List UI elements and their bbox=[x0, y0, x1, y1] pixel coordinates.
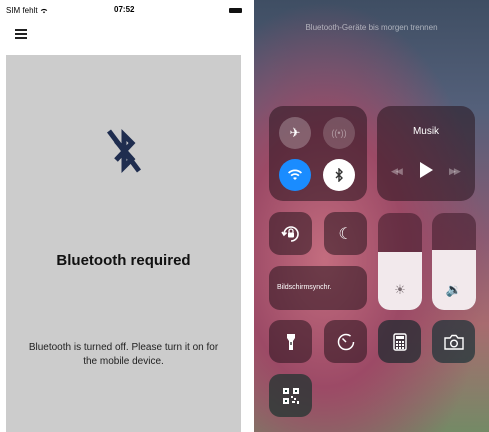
brightness-icon: ☀ bbox=[394, 282, 406, 297]
airplane-icon[interactable]: ✈ bbox=[279, 117, 311, 149]
bluetooth-message: Bluetooth is turned off. Please turn it … bbox=[28, 342, 219, 367]
battery-icon bbox=[229, 8, 242, 13]
rotation-lock-icon[interactable] bbox=[269, 212, 312, 255]
app-screen: SIM fehlt 07:52 Bluetooth required Bluet… bbox=[0, 0, 247, 432]
brightness-fill bbox=[378, 251, 422, 310]
timer-icon[interactable] bbox=[324, 320, 367, 363]
bluetooth-off-icon bbox=[107, 128, 141, 174]
bluetooth-notice: Bluetooth-Geräte bis morgen trennen bbox=[305, 23, 438, 32]
wifi-icon[interactable] bbox=[279, 159, 311, 191]
status-bar: SIM fehlt 07:52 bbox=[0, 0, 247, 20]
volume-fill bbox=[432, 249, 476, 310]
music-tile[interactable]: Musik ◀◀ ▶▶ bbox=[377, 106, 475, 201]
screen-mirroring-button[interactable]: Bildschirmsynchr. bbox=[269, 266, 367, 310]
qr-code-scanner-icon[interactable] bbox=[269, 374, 312, 417]
carrier-text: SIM fehlt bbox=[6, 6, 48, 15]
wifi-status-icon bbox=[40, 8, 48, 14]
music-title: Musik bbox=[412, 126, 440, 137]
brightness-slider[interactable]: ☀ bbox=[378, 213, 422, 310]
volume-icon: 🔉 bbox=[445, 282, 463, 297]
cellular-icon[interactable]: ((•)) bbox=[323, 117, 355, 149]
connectivity-tile: ✈ ((•)) bbox=[269, 106, 367, 201]
bluetooth-required-panel: Bluetooth required Bluetooth is turned o… bbox=[6, 55, 241, 432]
bluetooth-icon[interactable] bbox=[323, 159, 355, 191]
play-icon[interactable] bbox=[420, 162, 433, 178]
next-track-icon[interactable]: ▶▶ bbox=[449, 166, 461, 177]
calculator-icon[interactable] bbox=[378, 320, 421, 363]
camera-icon[interactable] bbox=[432, 320, 475, 363]
status-time: 07:52 bbox=[114, 5, 135, 14]
flashlight-icon[interactable] bbox=[269, 320, 312, 363]
menu-icon[interactable] bbox=[15, 29, 27, 39]
control-center: Bluetooth-Geräte bis morgen trennen ✈ ((… bbox=[254, 0, 489, 432]
page-title: Bluetooth required bbox=[56, 252, 191, 269]
previous-track-icon[interactable]: ◀◀ bbox=[391, 166, 403, 177]
do-not-disturb-icon[interactable]: ☾ bbox=[324, 212, 367, 255]
volume-slider[interactable]: 🔉 bbox=[432, 213, 476, 310]
